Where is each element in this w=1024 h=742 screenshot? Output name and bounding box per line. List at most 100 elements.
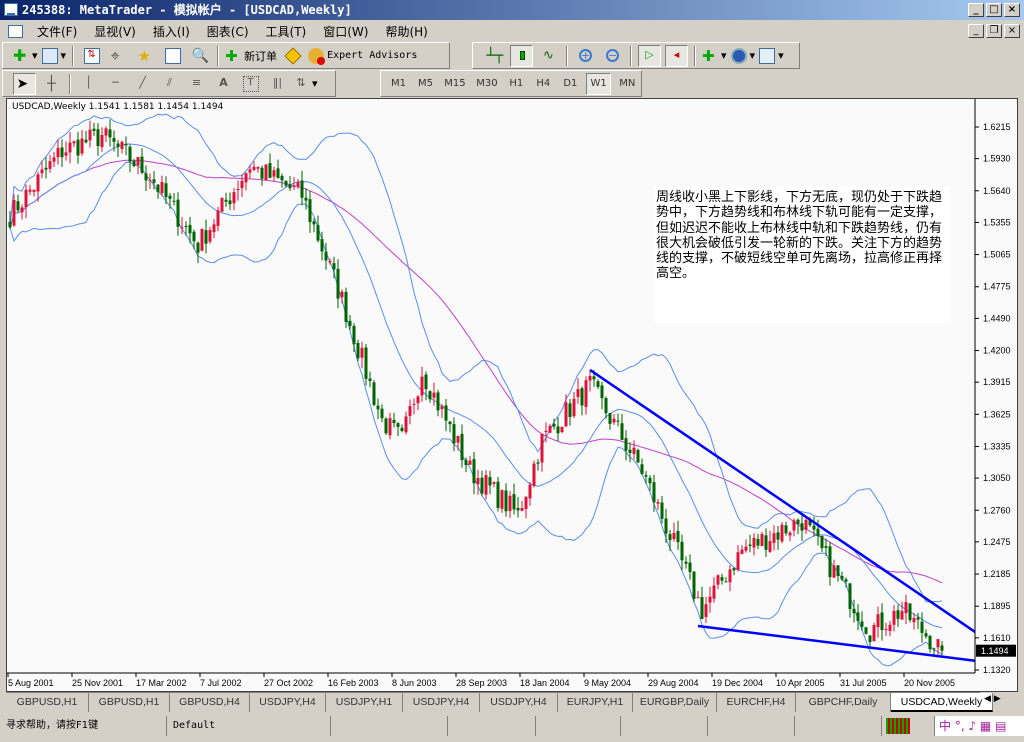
chart-tab[interactable]: EURGBP,Daily — [633, 693, 717, 712]
candle-body — [520, 508, 524, 511]
crosshair-button[interactable]: ┼ — [40, 73, 63, 95]
maximize-button[interactable]: □ — [986, 3, 1002, 17]
candle-body — [156, 184, 160, 192]
chart-tab[interactable]: GBPCHF,Daily — [796, 693, 891, 712]
line-chart-button[interactable]: ∿ — [537, 45, 560, 67]
navigator-button[interactable]: ★ — [134, 45, 157, 67]
profiles-icon — [41, 47, 58, 64]
time-tick-label: 7 Jul 2002 — [200, 678, 242, 688]
chart-shift-icon: ◂ — [673, 47, 680, 61]
price-tick-label: 1.5930 — [983, 154, 1011, 164]
arrows-button[interactable]: ⇅ ▾ — [293, 73, 317, 95]
timeframe-m1[interactable]: M1 — [387, 73, 410, 95]
menu-bar: 文件(F) 显视(V) 插入(I) 图表(C) 工具(T) 窗口(W) 帮助(H… — [0, 20, 960, 42]
timeframe-d1[interactable]: D1 — [559, 73, 582, 95]
alert-button[interactable] — [281, 45, 304, 67]
candle-body — [576, 389, 580, 397]
period-separators-button[interactable]: ‖| — [266, 73, 289, 95]
terminal-button[interactable] — [161, 45, 184, 67]
candle-body — [760, 534, 764, 547]
indicators-button[interactable]: ✚ ▾ — [702, 45, 727, 67]
candle-body — [568, 403, 572, 418]
candle-body — [188, 224, 192, 234]
new-order-button[interactable]: ✚ 新订单 — [225, 45, 277, 67]
candle-body — [796, 519, 800, 524]
child-close-button[interactable]: × — [1004, 24, 1020, 38]
chart-tab[interactable]: USDJPY,H4 — [250, 693, 326, 712]
candle-body — [740, 549, 744, 554]
candle-body — [176, 199, 180, 227]
candle-body — [388, 418, 392, 436]
menu-file[interactable]: 文件(F) — [29, 23, 86, 40]
chart-tab[interactable]: USDJPY,H4 — [403, 693, 480, 712]
auto-scroll-button[interactable]: ▷ — [638, 44, 661, 67]
template-icon — [759, 47, 776, 64]
minimize-button[interactable]: _ — [968, 3, 984, 17]
candle-body — [432, 392, 436, 398]
zoom-out-button[interactable]: − — [601, 45, 624, 67]
menu-window[interactable]: 窗口(W) — [315, 23, 377, 40]
chart-tab[interactable]: GBPUSD,H1 — [6, 693, 89, 712]
menu-view[interactable]: 显视(V) — [86, 23, 145, 40]
horizontal-line-button[interactable]: ─ — [104, 73, 127, 95]
zoom-in-button[interactable]: + — [574, 45, 597, 67]
expert-advisors-button[interactable]: Expert Advisors — [308, 45, 417, 67]
tab-scroll-arrows[interactable]: ◀ ▶ — [984, 694, 1001, 704]
timeframe-mn[interactable]: MN — [615, 73, 639, 95]
candlestick-button[interactable] — [510, 44, 533, 67]
menu-help[interactable]: 帮助(H) — [377, 23, 436, 40]
chart-tab[interactable]: EURJPY,H1 — [558, 693, 633, 712]
candle-body — [916, 617, 920, 620]
timeframe-h4[interactable]: H4 — [532, 73, 555, 95]
candle-body — [896, 610, 900, 619]
timeframe-w1[interactable]: W1 — [585, 72, 612, 95]
cursor-button[interactable]: ➤ — [13, 72, 36, 95]
text-button[interactable]: A — [212, 73, 235, 95]
menu-charts[interactable]: 图表(C) — [199, 23, 258, 40]
data-window-button[interactable]: ⌖ — [107, 45, 130, 67]
ime-bar[interactable]: 中 °, ♪ ▦ ▤ — [934, 716, 1024, 736]
fibonacci-button[interactable]: ≡ — [185, 73, 208, 95]
candle-body — [608, 413, 612, 424]
bar-chart-button[interactable]: ┴┬ — [483, 45, 506, 67]
menu-tools[interactable]: 工具(T) — [258, 23, 316, 40]
close-button[interactable]: × — [1004, 3, 1020, 17]
chart-tab[interactable]: EURCHF,H4 — [717, 693, 796, 712]
trendline-button[interactable]: ╱ — [131, 73, 154, 95]
candle-body — [12, 199, 16, 226]
timeframe-m15[interactable]: M15 — [441, 73, 469, 95]
candle-body — [252, 166, 256, 170]
candle-body — [228, 200, 232, 205]
child-restore-button[interactable]: ❐ — [986, 24, 1002, 38]
time-tick-label: 17 Mar 2002 — [136, 678, 187, 688]
candle-body — [192, 231, 196, 242]
candlestick-icon — [514, 48, 530, 64]
vertical-line-button[interactable]: │ — [77, 73, 100, 95]
candle-body — [724, 581, 728, 583]
market-watch-button[interactable]: ⇅ — [80, 45, 103, 67]
chart-tab[interactable]: USDJPY,H1 — [326, 693, 403, 712]
chart-tab[interactable]: USDCAD,Weekly — [891, 693, 993, 712]
timeframe-h1[interactable]: H1 — [505, 73, 528, 95]
chart-shift-button[interactable]: ◂ — [665, 44, 688, 67]
candle-body — [152, 179, 156, 183]
window-title: 245388: MetaTrader - 模拟帐户 - [USDCAD,Week… — [22, 3, 352, 17]
child-minimize-button[interactable]: _ — [968, 24, 984, 38]
periods-button[interactable]: ▾ — [730, 45, 755, 67]
candle-body — [172, 200, 176, 202]
chart-tab[interactable]: USDJPY,H4 — [480, 693, 558, 712]
menu-insert[interactable]: 插入(I) — [145, 23, 199, 40]
chart-tab[interactable]: GBPUSD,H4 — [170, 693, 250, 712]
profiles-button[interactable]: ▾ — [41, 45, 66, 67]
candle-body — [276, 168, 280, 179]
new-chart-button[interactable]: ✚ ▾ — [13, 45, 38, 67]
equidistant-channel-button[interactable]: ⫽ — [158, 73, 181, 95]
candle-body — [652, 482, 656, 503]
timeframe-m5[interactable]: M5 — [414, 73, 437, 95]
timeframe-m30[interactable]: M30 — [473, 73, 501, 95]
strategy-tester-button[interactable]: 🔍 — [188, 45, 211, 67]
chart-tab[interactable]: GBPUSD,H1 — [89, 693, 170, 712]
templates-button[interactable]: ▾ — [759, 45, 784, 67]
candle-body — [248, 169, 252, 173]
text-label-button[interactable]: T — [239, 73, 262, 95]
